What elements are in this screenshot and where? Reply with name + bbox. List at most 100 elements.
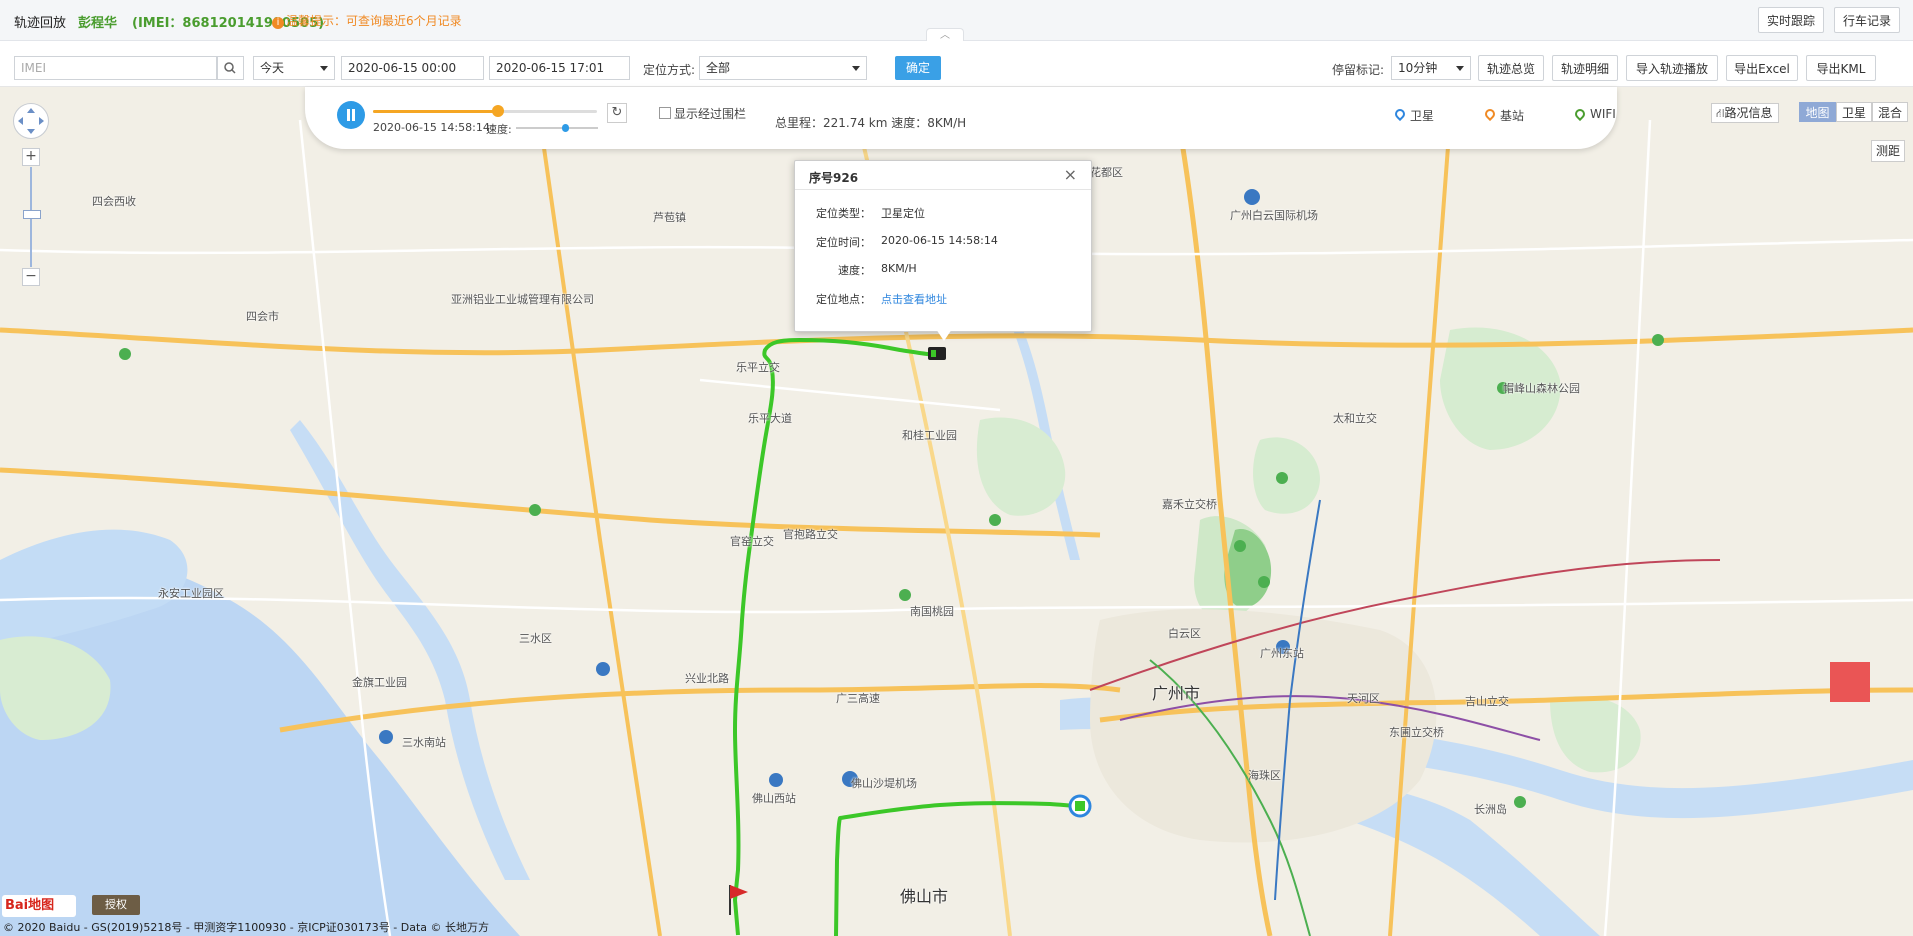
stop-value: 10分钟	[1398, 61, 1438, 75]
map-place-label: 花都区	[1090, 166, 1123, 179]
query-toolbar: IMEI 今天 2020-06-15 00:00 2020-06-15 17:0…	[0, 41, 1913, 87]
map-place-label: 和桂工业园	[902, 429, 957, 442]
park-icon	[529, 504, 541, 516]
import-track-button[interactable]: 导入轨迹播放	[1626, 55, 1718, 81]
map-place-label: 永安工业园区	[158, 587, 224, 600]
map-type-satellite[interactable]: 卫星	[1836, 102, 1872, 122]
refresh-icon: ↻	[611, 105, 623, 120]
map-place-label: 官抱路立交	[783, 528, 838, 541]
map-place-label: 南国桃园	[910, 605, 954, 618]
map-type-map[interactable]: 地图	[1799, 102, 1836, 122]
park-icon	[1652, 334, 1664, 346]
close-icon[interactable]: ×	[1064, 165, 1077, 184]
location-pin-icon	[1482, 106, 1498, 122]
map-place-label: 芦苞镇	[653, 211, 686, 224]
speed-handle[interactable]	[562, 124, 570, 132]
pan-control[interactable]	[13, 103, 49, 139]
park-icon	[899, 589, 911, 601]
speed-slider[interactable]	[516, 124, 598, 132]
popup-key: 速度：	[838, 264, 871, 277]
map-place-label: 四会市	[246, 310, 279, 323]
zoom-in-button[interactable]: +	[22, 148, 40, 166]
chevron-down-icon	[320, 66, 328, 71]
speed-label: 速度:	[486, 123, 512, 136]
station-foshan-west-icon	[769, 773, 783, 787]
baidu-logo: Bai地图	[2, 895, 76, 917]
popup-key: 定位地点：	[816, 293, 871, 306]
period-select[interactable]: 今天	[253, 56, 335, 80]
minus-icon: −	[25, 268, 37, 284]
popup-key: 定位类型：	[816, 207, 871, 220]
map-place-label: 帽峰山森林公园	[1503, 382, 1580, 395]
realtime-tracking-button[interactable]: 实时跟踪	[1758, 7, 1824, 33]
map-place-label: 白云区	[1168, 627, 1201, 640]
trip-record-button[interactable]: 行车记录	[1834, 7, 1900, 33]
park-icon	[1234, 540, 1246, 552]
chevron-up-icon: ︿	[940, 30, 950, 41]
map-place-label: 佛山西站	[752, 792, 796, 805]
refresh-button[interactable]: ↻	[607, 103, 627, 123]
trip-stats: 总里程：221.74 km 速度：8KM/H	[775, 116, 967, 130]
map-place-label: 太和立交	[1333, 412, 1377, 425]
map-place-label: 佛山市	[900, 887, 949, 906]
export-kml-button[interactable]: 导出KML	[1806, 55, 1876, 81]
auth-badge[interactable]: 授权	[92, 895, 140, 915]
map-place-label: 兴业北路	[685, 672, 729, 685]
map-place-label: 广州东站	[1260, 647, 1304, 660]
map-place-label: 佛山沙堤机场	[851, 777, 917, 790]
popup-value: 卫星定位	[881, 207, 925, 220]
map-place-label: 广三高速	[836, 692, 880, 705]
playback-bar: 2020-06-15 14:58:14 速度: ↻ 显示经过围栏 总里程：221…	[305, 87, 1617, 149]
map-place-label: 吉山立交	[1465, 695, 1509, 708]
export-excel-button[interactable]: 导出Excel	[1726, 55, 1798, 81]
pause-button[interactable]	[337, 101, 365, 129]
park-icon	[1258, 576, 1270, 588]
station-zouma-icon	[596, 662, 610, 676]
track-overview-button[interactable]: 轨迹总览	[1478, 55, 1544, 81]
period-value: 今天	[260, 61, 285, 75]
park-icon	[1276, 472, 1288, 484]
park-icon	[119, 348, 131, 360]
current-position-car-icon	[928, 347, 946, 360]
popup-divider	[795, 189, 1091, 190]
start-time-input[interactable]: 2020-06-15 00:00	[341, 56, 484, 80]
popup-key: 定位时间：	[816, 236, 871, 249]
stop-select[interactable]: 10分钟	[1391, 56, 1471, 80]
confirm-button[interactable]: 确定	[895, 56, 941, 80]
locate-value: 全部	[706, 61, 731, 75]
map-place-label: 乐平立交	[736, 361, 780, 374]
popup-value: 8KM/H	[881, 262, 917, 275]
info-icon: i	[272, 17, 284, 29]
station-sanshui-south-icon	[379, 730, 393, 744]
map-place-label: 广州市	[1152, 684, 1201, 703]
map-place-label: 三水南站	[402, 736, 446, 749]
map-place-label: 海珠区	[1248, 769, 1281, 782]
locate-select[interactable]: 全部	[699, 56, 867, 80]
fence-checkbox[interactable]	[659, 107, 671, 119]
map-place-label: 金旗工业园	[352, 676, 407, 689]
traffic-toggle[interactable]: ⛙路况信息	[1711, 103, 1779, 123]
pause-icon	[347, 109, 350, 121]
map-place-label: 东圃立交桥	[1389, 726, 1444, 739]
map-place-label: 广州白云国际机场	[1230, 209, 1318, 222]
imei-search-button[interactable]	[217, 56, 244, 80]
fence-label: 显示经过围栏	[674, 107, 747, 121]
track-detail-button[interactable]: 轨迹明细	[1552, 55, 1618, 81]
top-header: 轨迹回放 彭程华 (IMEI：868120141980505) i 温馨提示：可查…	[0, 0, 1913, 43]
end-time-input[interactable]: 2020-06-15 17:01	[489, 56, 630, 80]
map-place-label: 嘉禾立交桥	[1162, 498, 1217, 511]
view-address-link[interactable]: 点击查看地址	[881, 291, 947, 307]
history-tip: i 温馨提示：可查询最近6个月记录	[272, 12, 462, 29]
imei-input[interactable]: IMEI	[14, 56, 217, 80]
legend-label: 卫星	[1410, 109, 1435, 123]
progress-handle[interactable]	[492, 105, 505, 117]
ruler-button[interactable]: 测距	[1871, 140, 1905, 162]
map-type-hybrid[interactable]: 混合	[1872, 102, 1908, 122]
map-place-label: 长洲岛	[1474, 803, 1507, 816]
search-icon	[224, 62, 236, 74]
zoom-out-button[interactable]: −	[22, 268, 40, 286]
zoom-handle[interactable]	[23, 210, 41, 219]
progress-track[interactable]	[373, 105, 597, 117]
page-title: 轨迹回放	[14, 16, 67, 31]
airport-baiyun-icon	[1244, 189, 1260, 205]
